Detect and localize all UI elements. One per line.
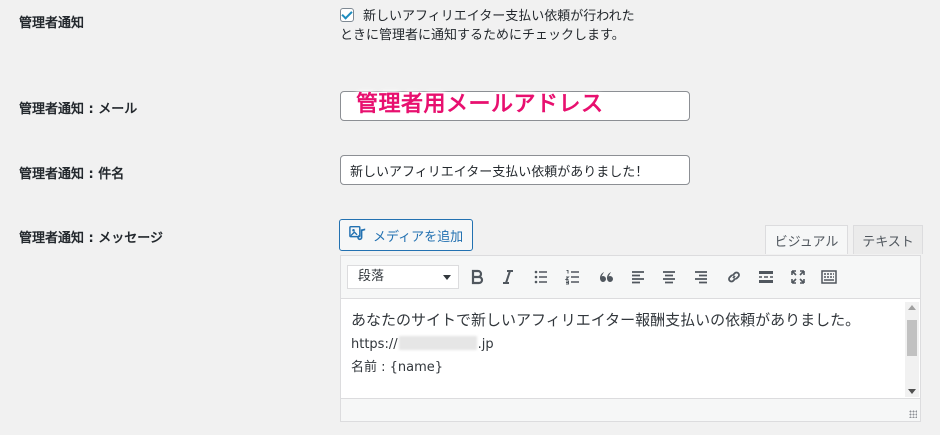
format-select[interactable]: 段落 [347,265,459,289]
message-line-2: https:// .jp [351,333,901,356]
email-label: 管理者通知 : メール [19,102,138,117]
tab-visual[interactable]: ビジュアル [765,225,848,254]
media-icon [349,224,367,246]
scroll-up-icon[interactable] [908,305,916,310]
format-select-value: 段落 [358,269,385,284]
tab-text[interactable]: テキスト [853,225,923,254]
scroll-down-icon[interactable] [908,389,916,394]
align-center-icon[interactable] [658,266,680,288]
email-annotation: 管理者用メールアドレス [356,92,604,117]
fullscreen-icon[interactable] [787,266,809,288]
url-suffix: .jp [477,337,494,352]
message-label: 管理者通知 : メッセージ [19,231,163,246]
resize-handle-icon[interactable] [909,410,917,418]
blockquote-icon[interactable] [595,266,617,288]
redacted-domain [398,336,477,350]
url-prefix: https:// [351,337,398,352]
notify-checkbox-label: 新しいアフィリエイター支払い依頼が行われたときに管理者に通知するためにチェックし… [340,9,635,43]
align-left-icon[interactable] [627,266,649,288]
message-line-3: 名前 : {name} [351,360,444,375]
subject-label: 管理者通知 : 件名 [19,167,125,182]
editor-toolbar: 段落 [340,255,921,298]
bold-icon[interactable] [466,266,488,288]
link-icon[interactable] [723,266,745,288]
bullet-list-icon[interactable] [530,266,552,288]
message-line-1: あなたのサイトで新しいアフィリエイター報酬支払いの依頼がありました。 [351,311,861,329]
read-more-icon[interactable] [755,266,777,288]
align-right-icon[interactable] [690,266,712,288]
notify-label: 管理者通知 [19,16,85,31]
subject-field[interactable] [340,155,690,185]
chevron-down-icon [443,275,451,280]
numbered-list-icon[interactable] [562,266,584,288]
italic-icon[interactable] [497,266,519,288]
toolbar-toggle-icon[interactable] [818,266,840,288]
editor-statusbar [340,398,921,422]
add-media-button[interactable]: メディアを追加 [339,219,473,251]
editor-scrollbar[interactable] [905,302,919,397]
scroll-thumb[interactable] [907,320,917,356]
editor-content[interactable]: あなたのサイトで新しいアフィリエイター報酬支払いの依頼がありました。 https… [340,298,921,398]
add-media-label: メディアを追加 [373,229,464,245]
